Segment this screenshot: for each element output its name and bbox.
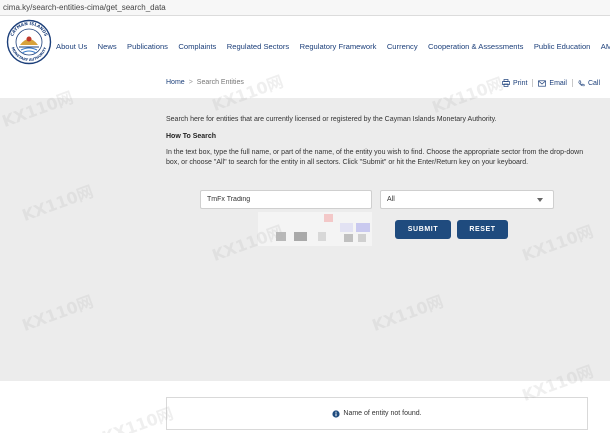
watermark: KX110网	[19, 291, 96, 336]
nav-aml-cft[interactable]: AML/CFT	[601, 42, 610, 51]
nav-cooperation-assessments[interactable]: Cooperation & Assessments	[428, 42, 523, 51]
intro-text: Search here for entities that are curren…	[166, 116, 497, 123]
print-icon	[502, 79, 510, 87]
howto-text: In the text box, type the full name, or …	[166, 149, 584, 166]
howto-title: How To Search	[166, 132, 217, 140]
url-text: cima.ky/search-entities-cima/get_search_…	[3, 3, 166, 12]
nav-currency[interactable]: Currency	[387, 42, 418, 51]
entity-name-input[interactable]	[200, 190, 372, 209]
nav-news[interactable]: News	[98, 42, 117, 51]
cima-logo[interactable]: CAYMAN ISLANDS MONETARY AUTHORITY	[6, 19, 52, 65]
sector-select[interactable]: All	[380, 190, 554, 209]
search-instructions: Search here for entities that are curren…	[166, 115, 590, 167]
captcha-blur-icon	[258, 212, 372, 246]
site-header: CAYMAN ISLANDS MONETARY AUTHORITY About …	[0, 16, 610, 68]
captcha-image	[258, 212, 372, 246]
watermark: KX110网	[369, 291, 446, 336]
main-nav: About Us News Publications Complaints Re…	[56, 42, 610, 51]
nav-regulated-sectors[interactable]: Regulated Sectors	[227, 42, 289, 51]
call-action[interactable]: Call	[578, 80, 600, 87]
action-divider	[571, 79, 573, 87]
result-message: Name of entity not found.	[166, 397, 588, 430]
call-label: Call	[587, 79, 600, 87]
breadcrumb: Home > Search Entities	[166, 79, 244, 86]
nav-publications[interactable]: Publications	[127, 42, 168, 51]
submit-button[interactable]: SUBMIT	[395, 220, 451, 239]
breadcrumb-home[interactable]: Home	[166, 79, 185, 86]
nav-regulatory-framework[interactable]: Regulatory Framework	[300, 42, 377, 51]
breadcrumb-bar: Home > Search Entities Print Email Call	[0, 68, 610, 98]
email-icon	[538, 79, 547, 87]
sector-selected-value: All	[387, 196, 395, 203]
print-action[interactable]: Print	[502, 79, 527, 87]
nav-complaints[interactable]: Complaints	[178, 42, 216, 51]
browser-address-bar[interactable]: cima.ky/search-entities-cima/get_search_…	[0, 0, 610, 16]
nav-public-education[interactable]: Public Education	[534, 42, 591, 51]
reset-button[interactable]: RESET	[457, 220, 508, 239]
email-action[interactable]: Email	[538, 80, 567, 87]
cima-seal-icon: CAYMAN ISLANDS MONETARY AUTHORITY	[6, 19, 52, 65]
info-icon	[332, 409, 340, 418]
page-actions: Print Email Call	[502, 79, 600, 87]
nav-about-us[interactable]: About Us	[56, 42, 87, 51]
action-divider	[532, 79, 534, 87]
watermark: KX110网	[19, 181, 96, 226]
print-label: Print	[513, 79, 528, 87]
email-label: Email	[549, 79, 567, 87]
phone-icon	[578, 80, 585, 86]
watermark: KX110网	[519, 221, 596, 266]
result-message-text: Name of entity not found.	[343, 410, 422, 417]
breadcrumb-current: Search Entities	[196, 79, 244, 86]
chevron-down-icon	[537, 198, 543, 202]
breadcrumb-separator: >	[188, 79, 193, 86]
